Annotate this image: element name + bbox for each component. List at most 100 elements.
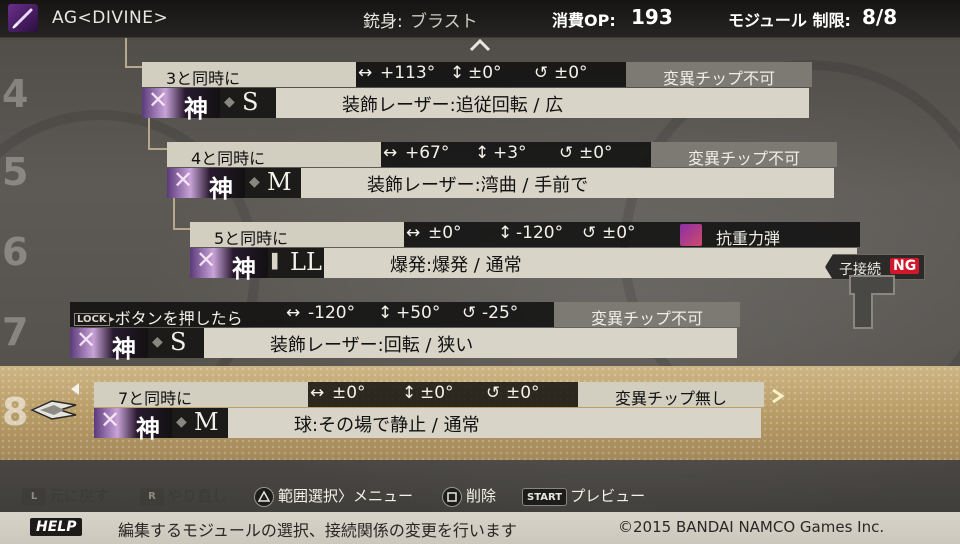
kami-label: 神 — [209, 175, 233, 203]
range-menu-label: 範囲選択〉メニュー — [278, 487, 414, 505]
square-button-icon — [442, 486, 462, 507]
horizontal-angle: ±0° — [428, 223, 462, 243]
rotation-angle: ±0° — [602, 223, 636, 243]
module-limit-label: モジュール 制限: — [728, 11, 851, 30]
module-body: ✕ 神 ▌ LL 爆発:爆発 / 通常 — [190, 246, 857, 283]
kami-badge: ✕ 神 — [142, 86, 220, 123]
kami-badge: ✕ 神 — [94, 406, 172, 443]
kami-label: 神 — [232, 255, 256, 283]
size-label: S — [170, 328, 187, 356]
lock-button-icon: LOCK — [74, 313, 110, 326]
row-number: 4 — [2, 72, 29, 116]
vertical-angle-icon: ↕ — [378, 303, 393, 323]
top-bar: AG<DIVINE> 銃身: ブラスト 消費OP: 193 モジュール 制限: … — [0, 0, 960, 38]
start-button-icon: START — [522, 487, 568, 506]
variant-chip: 変異チップ無し — [578, 382, 764, 408]
vertical-angle-icon: ↕ — [475, 143, 490, 163]
delete-control[interactable]: 削除 — [442, 485, 496, 507]
diamond-icon: ◆ — [152, 334, 163, 350]
kami-x-icon: ✕ — [148, 86, 169, 114]
redo-label: やり直し — [167, 487, 228, 505]
kami-x-icon: ✕ — [76, 326, 97, 354]
row-number: 6 — [2, 230, 29, 274]
diamond-icon: ◆ — [224, 94, 235, 110]
kami-badge: ✕ 神 — [70, 326, 148, 363]
bullet-effect: 装飾レーザー:湾曲 / 手前で — [367, 175, 589, 196]
variant-chip-label: 抗重力弾 — [716, 229, 781, 248]
l-button-icon: L — [22, 487, 46, 506]
help-bar: HELP 編集するモジュールの選択、接続関係の変更を行います ©2015 BAN… — [0, 512, 960, 544]
module-params: ↔ +67° ↕ +3° ↺ ±0° 変異チップ不可 — [381, 142, 837, 168]
copyright: ©2015 BANDAI NAMCO Games Inc. — [618, 518, 885, 536]
diamond-icon: ▌ — [272, 254, 283, 270]
size-badge: ▌ LL — [268, 248, 324, 278]
kami-badge: ✕ 神 — [167, 166, 245, 203]
trigger-label: 7と同時に — [94, 382, 308, 408]
trigger-label: 4と同時に — [167, 142, 381, 168]
vertical-angle: -120° — [516, 223, 564, 243]
left-arrow-icon[interactable] — [70, 382, 80, 396]
barrel-value: ブラスト — [410, 12, 478, 32]
module-body: ✕ 神 ◆ M 装飾レーザー:湾曲 / 手前で — [167, 166, 834, 203]
rotation-icon: ↺ — [582, 223, 597, 243]
kami-x-icon: ✕ — [196, 246, 217, 274]
size-label: LL — [290, 248, 322, 276]
undo-control[interactable]: L 元に戻す — [22, 485, 109, 506]
kami-x-icon: ✕ — [173, 166, 194, 194]
horizontal-angle: ±0° — [332, 383, 366, 403]
variant-chip: 変異チップ不可 — [651, 142, 837, 168]
size-label: S — [242, 88, 259, 116]
right-arrow-icon[interactable] — [770, 388, 786, 404]
scroll-up-arrow-icon[interactable] — [468, 38, 492, 52]
diamond-icon: ◆ — [176, 414, 187, 430]
variant-chip: 変異チップ不可 — [554, 302, 740, 328]
bullet-effect: 装飾レーザー:回転 / 狭い — [270, 335, 474, 356]
vertical-angle: +3° — [493, 143, 527, 163]
vertical-angle: ±0° — [420, 383, 454, 403]
kami-label: 神 — [184, 95, 208, 123]
help-text: 編集するモジュールの選択、接続関係の変更を行います — [118, 521, 517, 540]
bullet-effect: 球:その場で静止 / 通常 — [294, 415, 480, 436]
module-body: ✕ 神 ◆ S 装飾レーザー:追従回転 / 広 — [142, 86, 809, 123]
range-menu-control[interactable]: 範囲選択〉メニュー — [254, 485, 413, 507]
module-body: ✕ 神 ◆ M 球:その場で静止 / 通常 — [94, 406, 761, 443]
preview-control[interactable]: START プレビュー — [522, 485, 645, 506]
module-params: ↔ ±0° ↕ ±0° ↺ ±0° 変異チップ無し — [308, 382, 764, 408]
delete-label: 削除 — [466, 487, 497, 505]
vertical-angle: +50° — [396, 303, 441, 323]
r-button-icon: R — [140, 487, 164, 506]
weapon-icon — [8, 4, 38, 32]
size-label: M — [267, 168, 292, 196]
module-body: ✕ 神 ◆ S 装飾レーザー:回転 / 狭い — [70, 326, 737, 363]
horizontal-angle: +113° — [380, 63, 436, 83]
module-limit-value: 8/8 — [862, 5, 898, 29]
rotation-icon: ↺ — [462, 303, 477, 323]
rotation-icon: ↺ — [534, 63, 549, 83]
trigger-label: 3と同時に — [142, 62, 356, 88]
row-number: 7 — [2, 310, 29, 354]
bullet-effect: 爆発:爆発 / 通常 — [390, 255, 522, 276]
row-number: 5 — [2, 150, 29, 194]
rotation-angle: ±0° — [579, 143, 613, 163]
size-badge: ◆ M — [245, 168, 301, 198]
redo-control[interactable]: R やり直し — [140, 485, 227, 506]
op-cost-label: 消費OP: — [552, 11, 616, 30]
size-badge: ◆ S — [220, 88, 276, 118]
size-badge: ◆ M — [172, 408, 228, 438]
bullet-effect: 装飾レーザー:追従回転 / 広 — [342, 95, 564, 116]
horizontal-angle-icon: ↔ — [358, 63, 373, 83]
undo-label: 元に戻す — [49, 487, 110, 505]
selection-cursor-icon — [30, 400, 77, 420]
preview-label: プレビュー — [570, 487, 646, 505]
connector-hook-icon — [849, 275, 895, 329]
kami-badge: ✕ 神 — [190, 246, 268, 283]
kami-label: 神 — [112, 335, 136, 363]
horizontal-angle-icon: ↔ — [310, 383, 325, 403]
vertical-angle-icon: ↕ — [450, 63, 465, 83]
weapon-name: AG<DIVINE> — [52, 8, 169, 28]
size-badge: ◆ S — [148, 328, 204, 358]
horizontal-angle: -120° — [308, 303, 356, 323]
variant-chip: 抗重力弾 — [674, 222, 860, 248]
kami-label: 神 — [136, 415, 160, 443]
vertical-angle: ±0° — [468, 63, 502, 83]
